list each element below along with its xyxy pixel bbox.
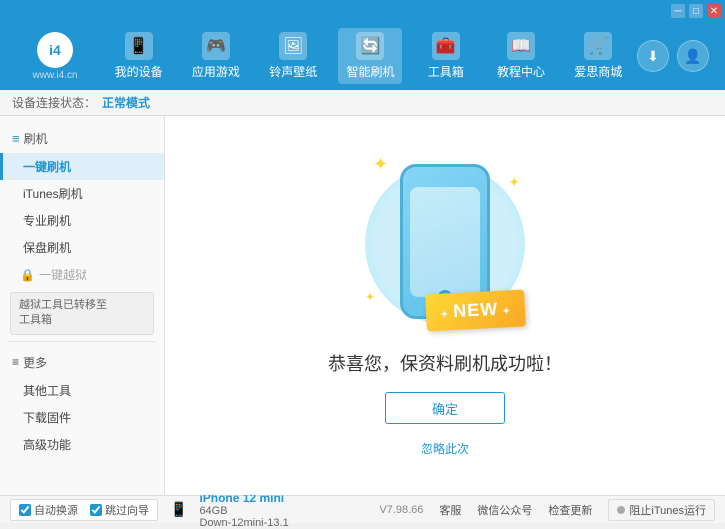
nav-my-device[interactable]: 📱 我的设备 <box>107 28 171 84</box>
jailbreak-notice-text: 越狱工具已转移至工具箱 <box>19 299 107 326</box>
skip-wizard-checkbox-item[interactable]: 跳过向导 <box>90 502 149 518</box>
version-text: V7.98.66 <box>379 504 423 516</box>
toolbox-icon: 🧰 <box>432 32 460 60</box>
itunes-status-label: 阻止iTunes运行 <box>629 502 706 518</box>
sidebar-itunes-flash[interactable]: iTunes刷机 <box>0 180 164 207</box>
logo-text: www.i4.cn <box>32 70 77 81</box>
nav-toolbox-label: 工具箱 <box>428 63 464 80</box>
minimize-button[interactable]: ─ <box>671 4 685 18</box>
skip-wizard-label: 跳过向导 <box>105 502 149 518</box>
flash-section-label: 刷机 <box>24 130 48 147</box>
itunes-status-dot <box>617 506 625 514</box>
status-value: 正常模式 <box>102 94 150 111</box>
header: i4 www.i4.cn 📱 我的设备 🎮 应用游戏 🖼 铃声壁纸 🔄 智能刷机… <box>0 22 725 90</box>
phone-illustration: ✦ ✦ ✦ NEW <box>365 154 525 334</box>
jailbreak-notice: 越狱工具已转移至工具箱 <box>10 292 154 335</box>
update-link[interactable]: 检查更新 <box>548 502 592 518</box>
itunes-status[interactable]: 阻止iTunes运行 <box>608 499 715 521</box>
lock-icon: 🔒 <box>20 268 35 282</box>
sparkle-2: ✦ <box>508 174 520 191</box>
sidebar-locked-jailbreak: 🔒 一键越狱 <box>0 261 164 288</box>
nav-apps-games-label: 应用游戏 <box>192 63 240 80</box>
skip-wizard-checkbox[interactable] <box>90 504 102 516</box>
sidebar-pro-flash[interactable]: 专业刷机 <box>0 207 164 234</box>
one-click-flash-label: 一键刷机 <box>23 160 71 174</box>
user-icon-btn[interactable]: 👤 <box>677 40 709 72</box>
smart-flash-icon: 🔄 <box>356 32 384 60</box>
sidebar-divider-1 <box>8 341 156 342</box>
title-bar: ─ □ ✕ <box>0 0 725 22</box>
logo-icon: i4 <box>37 32 73 68</box>
locked-jailbreak-label: 一键越狱 <box>39 266 87 283</box>
download-icon-btn[interactable]: ⬇ <box>637 40 669 72</box>
new-badge: NEW <box>425 289 526 331</box>
download-firmware-label: 下载固件 <box>23 411 71 425</box>
ignore-link[interactable]: 忽略此次 <box>421 440 469 457</box>
logo-area: i4 www.i4.cn <box>10 32 100 81</box>
more-section-label: 更多 <box>23 354 47 371</box>
phone-screen <box>410 187 480 297</box>
sidebar-one-click-flash[interactable]: 一键刷机 <box>0 153 164 180</box>
status-bar: 设备连接状态： 正常模式 <box>0 90 725 116</box>
header-right: ⬇ 👤 <box>637 40 715 72</box>
nav-wallpaper[interactable]: 🖼 铃声壁纸 <box>261 28 325 84</box>
success-area: ✦ ✦ ✦ NEW 恭喜您，保资料刷机成功啦！ 确定 忽略此次 <box>328 154 562 457</box>
status-label: 设备连接状态： <box>12 94 96 111</box>
nav-smart-flash[interactable]: 🔄 智能刷机 <box>338 28 402 84</box>
flash-section-header: ≡ 刷机 <box>0 124 164 153</box>
device-phone-icon: 📱 <box>170 501 187 518</box>
confirm-button[interactable]: 确定 <box>385 392 505 424</box>
nav-toolbox[interactable]: 🧰 工具箱 <box>416 28 476 84</box>
wallpaper-icon: 🖼 <box>279 32 307 60</box>
flash-section-icon: ≡ <box>12 131 20 146</box>
sidebar: ≡ 刷机 一键刷机 iTunes刷机 专业刷机 保盘刷机 🔒 一键越狱 越狱工具… <box>0 116 165 495</box>
close-button[interactable]: ✕ <box>707 4 721 18</box>
auto-source-label: 自动换源 <box>34 502 78 518</box>
auto-source-checkbox[interactable] <box>19 504 31 516</box>
nav-tutorials-label: 教程中心 <box>497 63 545 80</box>
content-area: ✦ ✦ ✦ NEW 恭喜您，保资料刷机成功啦！ 确定 忽略此次 <box>165 116 725 495</box>
save-flash-label: 保盘刷机 <box>23 241 71 255</box>
success-message: 恭喜您，保资料刷机成功啦！ <box>328 350 562 376</box>
nav-tutorials[interactable]: 📖 教程中心 <box>489 28 553 84</box>
store-icon: 🛒 <box>584 32 612 60</box>
wechat-link[interactable]: 微信公众号 <box>477 502 532 518</box>
nav-store[interactable]: 🛒 爱思商城 <box>566 28 630 84</box>
other-tools-label: 其他工具 <box>23 384 71 398</box>
maximize-button[interactable]: □ <box>689 4 703 18</box>
apps-games-icon: 🎮 <box>202 32 230 60</box>
service-link[interactable]: 客服 <box>439 502 461 518</box>
itunes-flash-label: iTunes刷机 <box>23 187 83 201</box>
nav-smart-flash-label: 智能刷机 <box>346 63 394 80</box>
sidebar-advanced[interactable]: 高级功能 <box>0 431 164 458</box>
nav-my-device-label: 我的设备 <box>115 63 163 80</box>
nav-store-label: 爱思商城 <box>574 63 622 80</box>
sidebar-download-firmware[interactable]: 下载固件 <box>0 404 164 431</box>
sparkle-3: ✦ <box>365 290 375 304</box>
bottom-right: V7.98.66 客服 微信公众号 检查更新 阻止iTunes运行 <box>379 499 715 521</box>
my-device-icon: 📱 <box>125 32 153 60</box>
sidebar-other-tools[interactable]: 其他工具 <box>0 377 164 404</box>
sparkle-1: ✦ <box>373 154 388 175</box>
bottom-bar: 自动换源 跳过向导 📱 iPhone 12 mini 64GB Down-12m… <box>0 495 725 523</box>
nav-apps-games[interactable]: 🎮 应用游戏 <box>184 28 248 84</box>
sidebar-save-flash[interactable]: 保盘刷机 <box>0 234 164 261</box>
nav-bar: 📱 我的设备 🎮 应用游戏 🖼 铃声壁纸 🔄 智能刷机 🧰 工具箱 📖 教程中心… <box>100 22 637 90</box>
main-area: ≡ 刷机 一键刷机 iTunes刷机 专业刷机 保盘刷机 🔒 一键越狱 越狱工具… <box>0 116 725 495</box>
nav-wallpaper-label: 铃声壁纸 <box>269 63 317 80</box>
more-section-header: ≡ 更多 <box>0 348 164 377</box>
tutorials-icon: 📖 <box>507 32 535 60</box>
advanced-label: 高级功能 <box>23 438 71 452</box>
auto-source-checkbox-item[interactable]: 自动换源 <box>19 502 78 518</box>
pro-flash-label: 专业刷机 <box>23 214 71 228</box>
more-section-icon: ≡ <box>12 355 19 369</box>
device-capacity: 64GB <box>199 505 288 517</box>
